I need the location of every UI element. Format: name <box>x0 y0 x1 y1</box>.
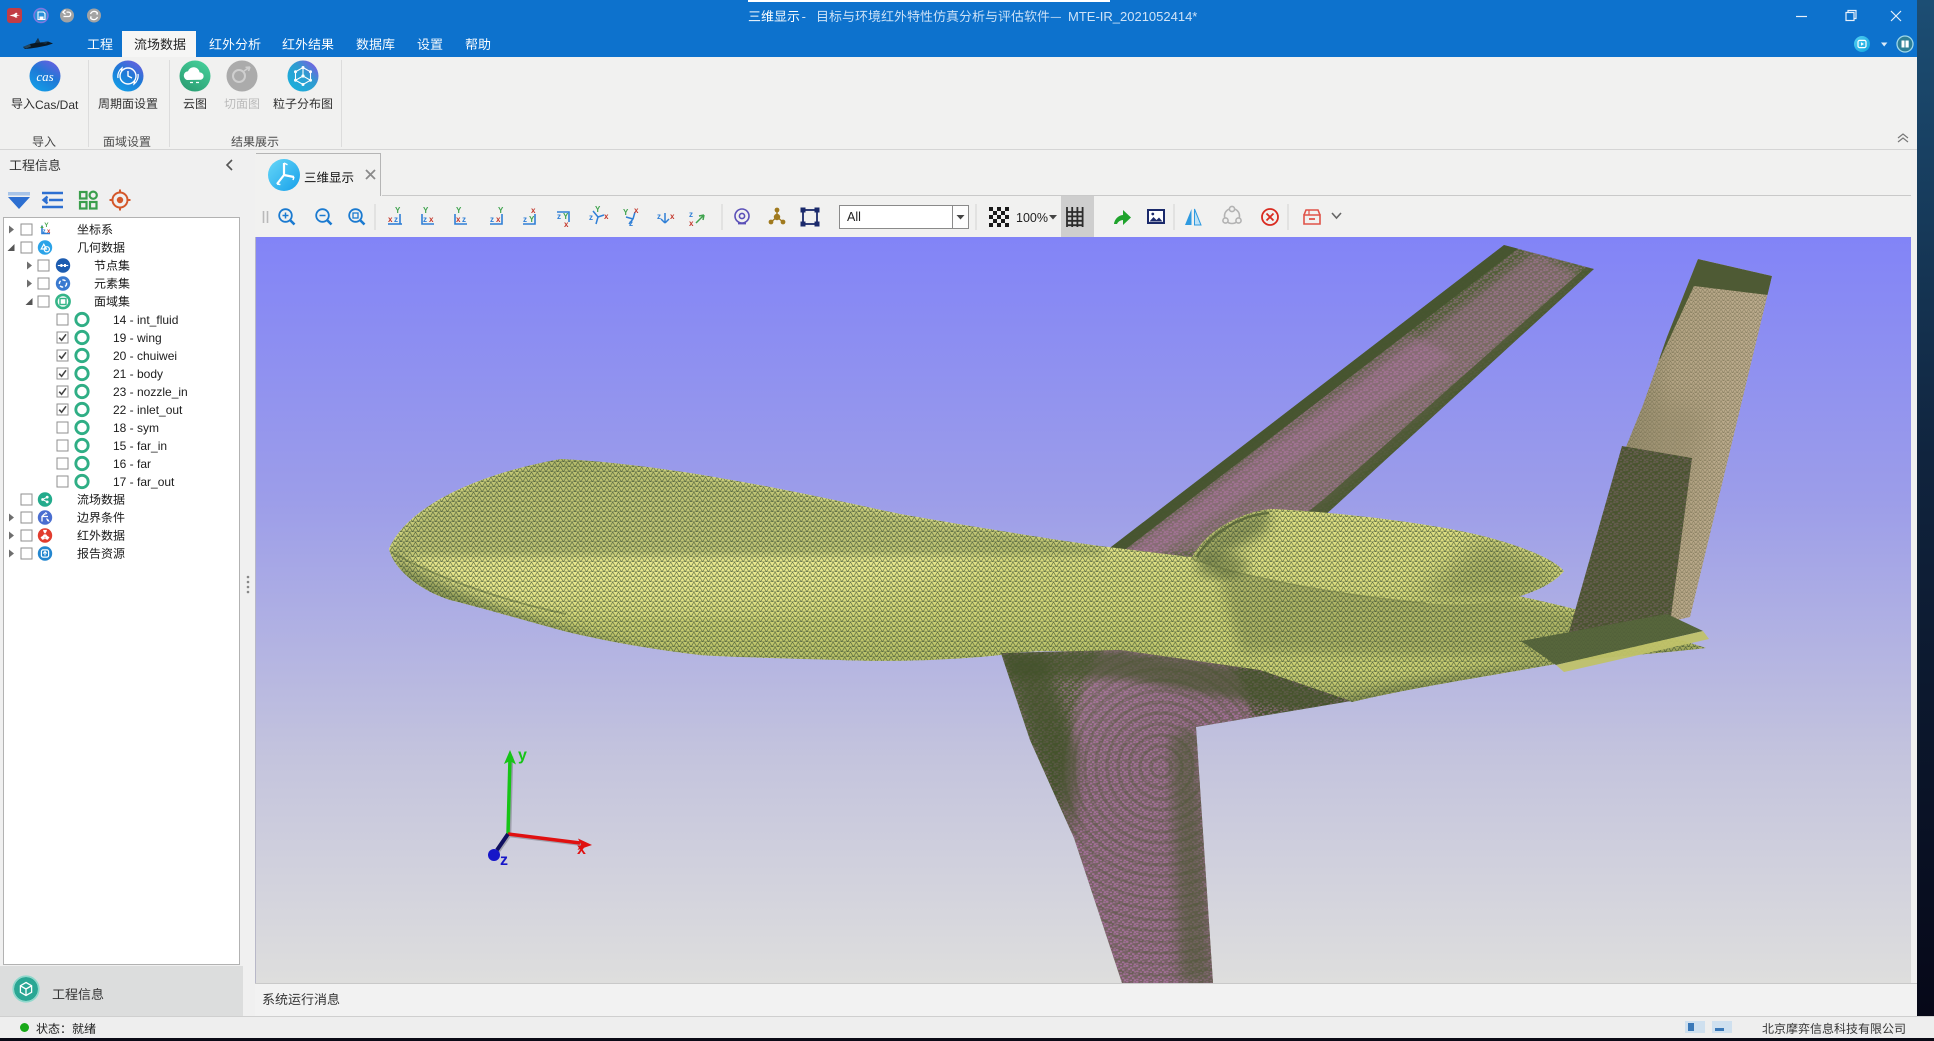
svg-text:z: z <box>657 212 661 221</box>
svg-text:x: x <box>47 229 51 235</box>
svg-text:Y: Y <box>44 222 49 229</box>
svg-text:All: All <box>847 210 861 224</box>
svg-text:x: x <box>634 206 639 215</box>
svg-text:z: z <box>523 215 527 224</box>
svg-text:20 - chuiwei: 20 - chuiwei <box>113 349 177 363</box>
svg-text:17 - far_out: 17 - far_out <box>113 475 175 489</box>
svg-text:x: x <box>388 215 393 224</box>
svg-text:Y: Y <box>529 215 535 224</box>
svg-text:x: x <box>429 215 434 224</box>
svg-text:x: x <box>564 220 569 229</box>
svg-text:Y: Y <box>595 205 601 214</box>
svg-text:x: x <box>496 215 501 224</box>
svg-text:x: x <box>531 206 536 215</box>
svg-text:Y: Y <box>456 206 462 215</box>
svg-text:z: z <box>557 212 561 221</box>
svg-text:z: z <box>43 229 46 235</box>
svg-text:x: x <box>456 215 461 224</box>
svg-text:100%: 100% <box>1016 211 1048 225</box>
svg-text:16 - far: 16 - far <box>113 457 151 471</box>
svg-text:cas: cas <box>36 69 53 84</box>
svg-text:Y: Y <box>498 206 504 215</box>
svg-text:y: y <box>518 747 527 764</box>
svg-text:14 - int_fluid: 14 - int_fluid <box>113 313 178 327</box>
svg-text:z: z <box>500 852 508 869</box>
svg-text:z: z <box>689 210 693 219</box>
svg-text:z: z <box>423 215 427 224</box>
svg-text:x: x <box>670 212 675 221</box>
svg-text:Y: Y <box>395 206 401 215</box>
svg-text:Y: Y <box>423 206 429 215</box>
svg-text:19 - wing: 19 - wing <box>113 331 162 345</box>
svg-text:21 - body: 21 - body <box>113 367 163 381</box>
svg-text:x: x <box>689 219 694 228</box>
svg-text:x: x <box>604 212 609 221</box>
svg-text:15 - far_in: 15 - far_in <box>113 439 167 453</box>
svg-text:Y: Y <box>623 208 629 217</box>
svg-text:22 - inlet_out: 22 - inlet_out <box>113 403 183 417</box>
svg-text:18 - sym: 18 - sym <box>113 421 159 435</box>
svg-text:z: z <box>394 215 398 224</box>
svg-text:z: z <box>490 215 494 224</box>
svg-text:z: z <box>462 215 466 224</box>
svg-text:x: x <box>577 841 586 858</box>
svg-text:z: z <box>589 213 593 222</box>
svg-text:23 - nozzle_in: 23 - nozzle_in <box>113 385 188 399</box>
svg-text:z: z <box>629 219 633 228</box>
